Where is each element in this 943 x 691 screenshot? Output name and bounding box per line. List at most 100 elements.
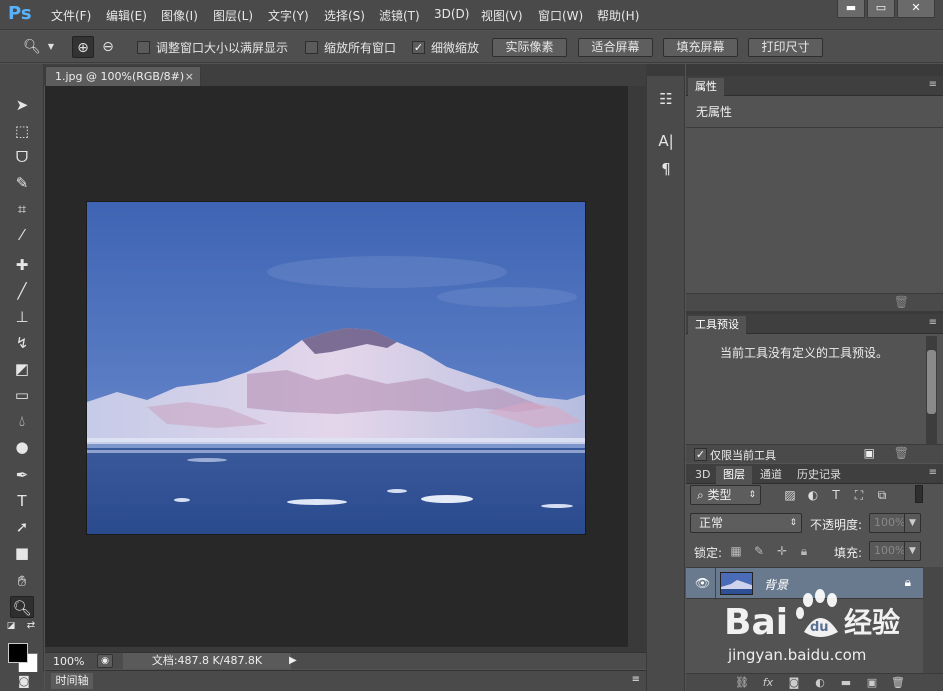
crop-tool-icon[interactable]: ⌗: [10, 198, 34, 220]
paragraph-panel-icon[interactable]: ¶: [655, 158, 677, 180]
fill-dropdown-icon[interactable]: ▼: [904, 542, 920, 560]
zoom-all-windows-box[interactable]: [305, 41, 318, 54]
lasso-tool-icon[interactable]: ᗜ: [10, 146, 34, 168]
filter-shape-icon[interactable]: ⛶: [850, 487, 868, 503]
tab-layers[interactable]: 图层: [716, 466, 752, 484]
status-menu-arrow-icon[interactable]: ▶: [289, 655, 297, 666]
timeline-tab[interactable]: 时间轴: [51, 673, 93, 689]
marquee-tool-icon[interactable]: ⬚: [10, 120, 34, 142]
clone-stamp-tool-icon[interactable]: ⊥: [10, 306, 34, 328]
menu-type[interactable]: 文字(Y): [268, 7, 309, 24]
preset-dropdown-icon[interactable]: ▼: [44, 36, 58, 58]
zoom-all-windows-checkbox[interactable]: 缩放所有窗口: [305, 39, 396, 56]
menu-help[interactable]: 帮助(H): [597, 7, 639, 24]
zoom-out-icon[interactable]: ⊖: [97, 36, 119, 58]
dodge-tool-icon[interactable]: ●: [10, 436, 34, 458]
adjustment-layer-icon[interactable]: ◐: [811, 675, 829, 691]
menu-image[interactable]: 图像(I): [161, 7, 198, 24]
lock-transparent-icon[interactable]: ▦: [728, 543, 744, 559]
zoom-tool-preset-icon[interactable]: 🔍︎: [22, 36, 42, 58]
timeline-menu-icon[interactable]: ≡: [632, 674, 640, 685]
fill-screen-button[interactable]: 填充屏幕: [663, 38, 738, 57]
new-preset-icon[interactable]: ▣: [864, 446, 875, 460]
default-colors-icon[interactable]: ◪: [4, 620, 18, 632]
document-info[interactable]: 文档:487.8 K/487.8K: [123, 653, 291, 669]
filter-adjustment-icon[interactable]: ◐: [804, 487, 822, 503]
color-swatches[interactable]: [8, 639, 40, 673]
scrubby-zoom-box[interactable]: ✓: [412, 41, 425, 54]
trash-icon[interactable]: 🗑︎: [894, 295, 909, 309]
visibility-eye-icon[interactable]: 👁︎: [695, 576, 710, 590]
lock-position-icon[interactable]: ✛: [774, 543, 790, 559]
layer-filter-select[interactable]: ⌕ 类型 ⇕: [690, 485, 761, 505]
zoom-tool-icon[interactable]: 🔍︎: [10, 596, 34, 618]
scrubby-zoom-checkbox[interactable]: ✓ 细微缩放: [412, 39, 479, 56]
status-share-icon[interactable]: ◉: [97, 654, 113, 668]
minimize-button[interactable]: ▬: [837, 0, 865, 18]
eyedropper-tool-icon[interactable]: ⁄: [10, 224, 34, 246]
document-tab[interactable]: 1.jpg @ 100%(RGB/8#) ×: [45, 66, 201, 86]
vertical-scrollbar[interactable]: [628, 86, 646, 652]
current-tool-only-checkbox[interactable]: ✓: [694, 448, 707, 461]
type-tool-icon[interactable]: T: [10, 490, 34, 512]
brush-tool-icon[interactable]: ╱: [10, 280, 34, 302]
close-button[interactable]: ✕: [897, 0, 935, 18]
history-brush-tool-icon[interactable]: ↯: [10, 332, 34, 354]
move-tool-icon[interactable]: ➤: [10, 94, 34, 116]
blend-mode-select[interactable]: 正常 ⇕: [690, 513, 802, 533]
foreground-color-swatch[interactable]: [8, 643, 28, 663]
hand-tool-icon[interactable]: ✋︎: [10, 570, 34, 592]
delete-layer-icon[interactable]: 🗑︎: [889, 675, 907, 691]
properties-menu-icon[interactable]: ≡: [929, 79, 937, 90]
tab-3d[interactable]: 3D: [688, 466, 717, 484]
rectangle-tool-icon[interactable]: ■: [10, 542, 34, 564]
new-layer-icon[interactable]: ▣: [863, 675, 881, 691]
tab-channels[interactable]: 通道: [753, 466, 789, 484]
character-panel-icon[interactable]: A|: [655, 130, 677, 152]
menu-filter[interactable]: 滤镜(T): [379, 7, 420, 24]
fill-field[interactable]: 100% ▼: [869, 541, 921, 561]
quick-selection-tool-icon[interactable]: ✎: [10, 172, 34, 194]
menu-select[interactable]: 选择(S): [324, 7, 365, 24]
gradient-tool-icon[interactable]: ▭: [10, 384, 34, 406]
menu-edit[interactable]: 编辑(E): [106, 7, 147, 24]
menu-layer[interactable]: 图层(L): [213, 7, 253, 24]
resize-windows-box[interactable]: [137, 41, 150, 54]
print-size-button[interactable]: 打印尺寸: [748, 38, 823, 57]
tab-history[interactable]: 历史记录: [790, 466, 848, 484]
menu-window[interactable]: 窗口(W): [538, 7, 583, 24]
scrollbar-thumb[interactable]: [927, 350, 936, 414]
resize-windows-checkbox[interactable]: 调整窗口大小以满屏显示: [137, 39, 288, 56]
blur-tool-icon[interactable]: 💧︎: [10, 410, 34, 432]
swap-colors-icon[interactable]: ⇄: [24, 620, 38, 632]
document-image[interactable]: [86, 201, 586, 535]
actual-pixels-button[interactable]: 实际像素: [492, 38, 567, 57]
menu-3d[interactable]: 3D(D): [434, 7, 469, 21]
lock-all-icon[interactable]: 🔒︎: [796, 543, 812, 559]
filter-smart-object-icon[interactable]: ⧉: [873, 487, 891, 503]
tab-tool-presets[interactable]: 工具预设: [688, 316, 746, 334]
close-tab-icon[interactable]: ×: [185, 67, 194, 86]
new-group-icon[interactable]: ▬: [837, 675, 855, 691]
link-layers-icon[interactable]: ⛓: [733, 675, 751, 691]
add-mask-icon[interactable]: ◙: [785, 675, 803, 691]
delete-preset-icon[interactable]: 🗑︎: [894, 446, 909, 460]
layers-scrollbar[interactable]: [923, 567, 943, 673]
lock-image-icon[interactable]: ✎: [751, 543, 767, 559]
menu-file[interactable]: 文件(F): [51, 7, 91, 24]
fit-screen-button[interactable]: 适合屏幕: [578, 38, 653, 57]
filter-toggle-switch[interactable]: [915, 485, 923, 503]
opacity-dropdown-icon[interactable]: ▼: [904, 514, 920, 532]
zoom-in-icon[interactable]: ⊕: [72, 36, 94, 58]
quick-mask-icon[interactable]: ◙: [12, 672, 36, 690]
tool-presets-scrollbar[interactable]: [926, 336, 937, 444]
healing-brush-tool-icon[interactable]: ✚: [10, 254, 34, 276]
zoom-level[interactable]: 100%: [53, 655, 84, 668]
tool-presets-panel-icon[interactable]: ☷: [655, 88, 677, 110]
restore-button[interactable]: ▭: [867, 0, 895, 18]
filter-pixel-icon[interactable]: ▨: [781, 487, 799, 503]
tab-properties[interactable]: 属性: [688, 78, 724, 96]
opacity-field[interactable]: 100% ▼: [869, 513, 921, 533]
layer-style-icon[interactable]: fx: [759, 675, 777, 691]
path-selection-tool-icon[interactable]: ➚: [10, 516, 34, 538]
